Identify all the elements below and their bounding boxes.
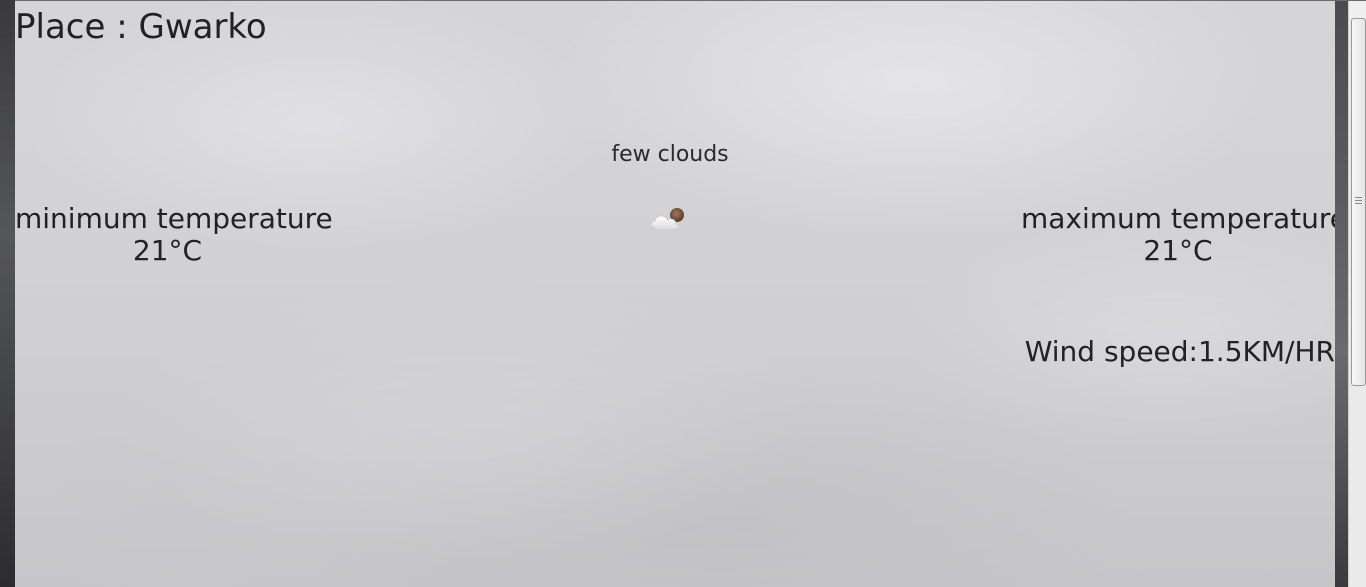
place-heading: Place : Gwarko bbox=[15, 7, 267, 47]
scroll-up-button[interactable] bbox=[1349, 1, 1366, 18]
weather-page: Place : Gwarko few clouds minimum temper… bbox=[15, 1, 1335, 587]
minimum-temperature-block: minimum temperature 21°C bbox=[15, 202, 333, 267]
right-edge-background bbox=[1335, 1, 1348, 587]
vertical-scrollbar[interactable] bbox=[1348, 1, 1366, 587]
few-clouds-icon bbox=[649, 206, 691, 234]
wind-speed: Wind speed:1.5KM/HR bbox=[1024, 335, 1335, 368]
browser-viewport: Place : Gwarko few clouds minimum temper… bbox=[0, 0, 1366, 587]
maximum-temperature-block: maximum temperature 21°C bbox=[1021, 203, 1335, 267]
maximum-temperature-label: maximum temperature bbox=[1021, 202, 1335, 235]
left-edge-background bbox=[0, 0, 15, 587]
minimum-temperature-value: 21°C bbox=[132, 234, 203, 267]
maximum-temperature-value: 21°C bbox=[1143, 234, 1213, 267]
weather-description: few clouds bbox=[611, 142, 729, 167]
scrollbar-thumb[interactable] bbox=[1351, 18, 1366, 386]
minimum-temperature-label: minimum temperature bbox=[15, 202, 333, 235]
grip-icon bbox=[1355, 197, 1362, 204]
